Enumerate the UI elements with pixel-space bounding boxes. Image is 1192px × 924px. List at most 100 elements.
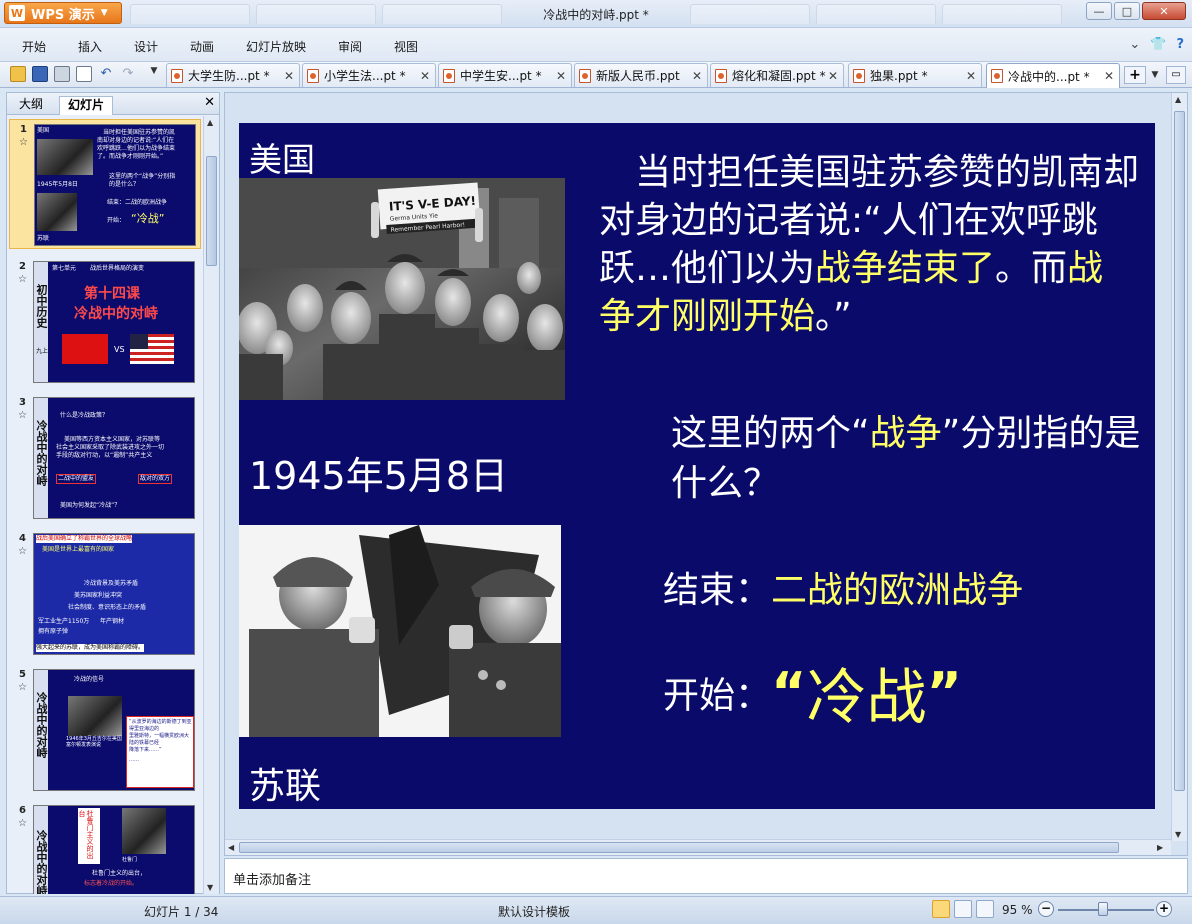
thumb-photo [122, 808, 166, 854]
menu-insert[interactable]: 插入 [78, 38, 102, 55]
thumb-text: 杜鲁门主义的出台， [92, 870, 147, 877]
doc-tab[interactable]: 小学生法...pt * ✕ [302, 63, 436, 87]
scroll-down-icon[interactable]: ▼ [207, 883, 213, 892]
slide-thumbnail-6[interactable]: 6 ☆ 冷战中的对峙 杜鲁门主义的出台 杜鲁门 杜鲁门主义的出台， 标志着冷战的… [9, 801, 201, 894]
thumb-text: 苏联 [37, 235, 50, 242]
doc-tab-active[interactable]: 冷战中的...pt * ✕ [986, 63, 1120, 88]
doc-tab-label: 中学生安...pt * [460, 69, 542, 83]
tab-close-icon[interactable]: ✕ [1102, 69, 1116, 83]
tab-list-dropdown-icon[interactable]: ▼ [1148, 66, 1162, 84]
doc-tab-label: 小学生法...pt * [324, 69, 406, 83]
doc-tab[interactable]: 大学生防...pt * ✕ [166, 63, 300, 87]
thumb-text: 强大起来的苏联，成为美国称霸的障碍。 [36, 644, 145, 652]
save-icon[interactable] [32, 66, 48, 82]
menu-view[interactable]: 视图 [394, 38, 418, 55]
thumbnail-scrollbar[interactable]: ▲ ▼ [203, 116, 219, 894]
doc-tab[interactable]: 中学生安...pt * ✕ [438, 63, 572, 87]
scroll-thumb[interactable] [239, 842, 1119, 853]
menu-home[interactable]: 开始 [22, 38, 46, 55]
menu-animation[interactable]: 动画 [190, 38, 214, 55]
customize-toolbar-icon[interactable]: ▼ [146, 66, 162, 82]
template-name[interactable]: 默认设计模板 [498, 903, 570, 920]
thumb-text: 拥有原子弹 [38, 628, 69, 635]
tab-close-icon[interactable]: ✕ [964, 69, 978, 83]
restore-pane-button[interactable]: ▭ [1166, 66, 1186, 84]
date-label: 1945年5月8日 [249, 454, 509, 498]
question-part: 这里的两个“ [671, 413, 870, 454]
editor-vertical-scrollbar[interactable]: ▲ ▼ [1171, 93, 1187, 841]
menu-slideshow[interactable]: 幻灯片放映 [246, 38, 306, 55]
zoom-in-button[interactable]: + [1156, 901, 1172, 917]
doc-tab[interactable]: 新版人民币.ppt ✕ [574, 63, 708, 87]
thumb-vertical-title: 冷战中的对峙 [35, 830, 48, 894]
shirt-icon[interactable]: 👕 [1150, 37, 1166, 52]
menu-review[interactable]: 审阅 [338, 38, 362, 55]
ussr-flag-icon [62, 334, 108, 364]
tab-close-icon[interactable]: ✕ [282, 69, 296, 83]
scroll-thumb[interactable] [206, 156, 217, 266]
thumb-text: 冷战的信号 [74, 676, 105, 683]
thumb-text: 战后美国确立了称霸世界的全球战略 [36, 535, 133, 543]
thumb-number: 3 [19, 397, 26, 408]
editor-horizontal-scrollbar[interactable]: ◀ ▶ [225, 839, 1171, 855]
chevron-down-icon[interactable]: ⌄ [1129, 37, 1140, 52]
slide-thumbnail-3[interactable]: 3 ☆ 冷战中的对峙 什么是冷战政策？ 美国等西方资本主义国家，对苏联等 社会主… [9, 393, 201, 521]
scroll-thumb[interactable] [1174, 111, 1185, 791]
slide-thumbnail-2[interactable]: 2 ☆ 初中历史 第七单元 战后世界格局的演变 第十四课 冷战中的对峙 VS 九… [9, 257, 201, 385]
thumb-text: 年产钢材 [100, 618, 125, 625]
tab-close-icon[interactable]: ✕ [554, 69, 568, 83]
zoom-slider-handle[interactable] [1098, 902, 1108, 916]
print-icon[interactable] [54, 66, 70, 82]
open-folder-icon[interactable] [10, 66, 26, 82]
thumb-text: 的是什么？ [109, 181, 140, 188]
thumb-text: “从波罗的海边的斯德丁到亚得里亚海边的 [129, 719, 192, 732]
toolbar: ↶ ↷ ▼ 大学生防...pt * ✕ 小学生法...pt * ✕ 中学生安..… [0, 62, 1192, 88]
slide-thumbnail-5[interactable]: 5 ☆ 冷战中的对峙 冷战的信号 1946年3月丘吉尔在美国富尔顿发表演说 “从… [9, 665, 201, 793]
notes-placeholder: 单击添加备注 [233, 873, 312, 888]
thumb-title-box: 杜鲁门主义的出台 [78, 808, 100, 864]
scroll-down-icon[interactable]: ▼ [1175, 830, 1181, 839]
scroll-up-icon[interactable]: ▲ [1175, 95, 1181, 104]
tab-outline[interactable]: 大纲 [11, 96, 51, 115]
thumb-preview: 美国 当时担任美国驻苏参赞的凯 南却对身边的记者说:“人们在 欢呼跳跃…他们以为… [34, 124, 196, 246]
tab-close-icon[interactable]: ✕ [690, 69, 704, 83]
redo-icon[interactable]: ↷ [120, 66, 136, 82]
thumb-text: 敌对的双方 [138, 474, 173, 484]
thumb-number: 5 [19, 669, 26, 680]
doc-tab-label: 大学生防...pt * [188, 69, 270, 83]
thumbnail-list: 1 ☆ 美国 当时担任美国驻苏参赞的凯 南却对身边的记者说:“人们在 欢呼跳跃…… [7, 116, 203, 894]
tab-close-icon[interactable]: ✕ [418, 69, 432, 83]
ppt-file-icon [307, 68, 319, 83]
undo-icon[interactable]: ↶ [98, 66, 114, 82]
tab-close-icon[interactable]: ✕ [826, 69, 840, 83]
doc-tab[interactable]: 熔化和凝固.ppt * ✕ [710, 63, 844, 87]
scroll-up-icon[interactable]: ▲ [207, 118, 213, 127]
close-icon[interactable]: ✕ [204, 95, 215, 110]
doc-tab[interactable]: 独果.ppt * ✕ [848, 63, 982, 87]
doc-tab-label: 熔化和凝固.ppt * [732, 69, 826, 83]
slide-thumbnail-1[interactable]: 1 ☆ 美国 当时担任美国驻苏参赞的凯 南却对身边的记者说:“人们在 欢呼跳跃…… [9, 119, 201, 249]
close-button[interactable]: ✕ [1142, 2, 1186, 20]
scroll-left-icon[interactable]: ◀ [228, 843, 234, 852]
photo-soviet-soldiers[interactable] [239, 525, 561, 737]
thumb-text: 美国 [37, 127, 50, 134]
thumb-text: 当时担任美国驻苏参赞的凯 [103, 129, 176, 136]
notes-pane[interactable]: 单击添加备注 [224, 858, 1188, 894]
maximize-button[interactable]: □ [1114, 2, 1140, 20]
menu-design[interactable]: 设计 [134, 38, 158, 55]
minimize-button[interactable]: — [1086, 2, 1112, 20]
thumb-text: VS [114, 345, 125, 354]
scroll-right-icon[interactable]: ▶ [1157, 843, 1163, 852]
tab-slides[interactable]: 幻灯片 [59, 96, 114, 115]
zoom-out-button[interactable]: − [1038, 901, 1054, 917]
photo-ve-day-celebration[interactable]: IT'S V-E DAY! Germa Units Yie Remember P… [239, 178, 565, 400]
thumb-preview: 冷战中的对峙 杜鲁门主义的出台 杜鲁门 杜鲁门主义的出台， 标志着冷战的开始。 [33, 805, 195, 894]
new-tab-button[interactable]: + [1124, 66, 1146, 84]
slideshow-view-icon[interactable] [976, 900, 994, 918]
slide-canvas[interactable]: 美国 IT'S V-E DAY! Germa Units Yie Remembe… [239, 123, 1155, 809]
print-preview-icon[interactable] [76, 66, 92, 82]
help-icon[interactable]: ? [1176, 37, 1184, 52]
normal-view-icon[interactable] [932, 900, 950, 918]
slide-thumbnail-4[interactable]: 4 ☆ 战后美国确立了称霸世界的全球战略 美国是世界上最富有的国家 冷战背景及美… [9, 529, 201, 657]
slide-sorter-view-icon[interactable] [954, 900, 972, 918]
